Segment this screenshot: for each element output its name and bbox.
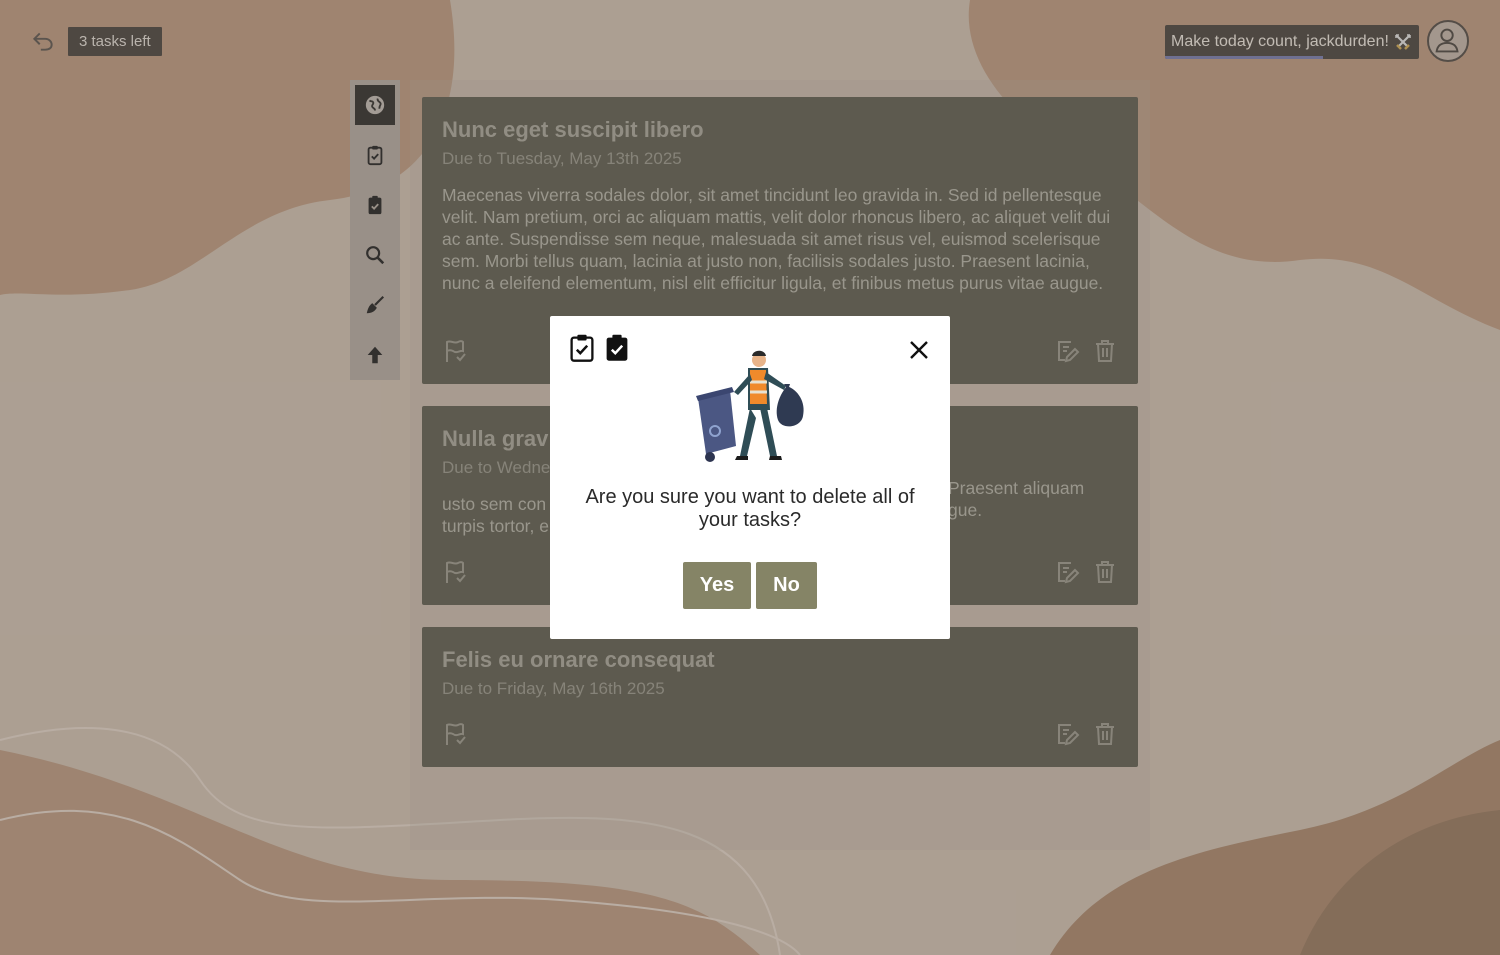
dialog-message: Are you sure you want to delete all of y… [585,486,915,531]
clipboard-check-outline-icon [570,334,594,362]
no-button[interactable]: No [756,562,817,609]
clipboard-check-filled-icon [606,334,628,361]
close-icon[interactable] [904,335,934,365]
trash-collector-illustration [696,350,804,462]
delete-all-dialog: Are you sure you want to delete all of y… [550,316,950,639]
yes-button[interactable]: Yes [683,562,751,609]
